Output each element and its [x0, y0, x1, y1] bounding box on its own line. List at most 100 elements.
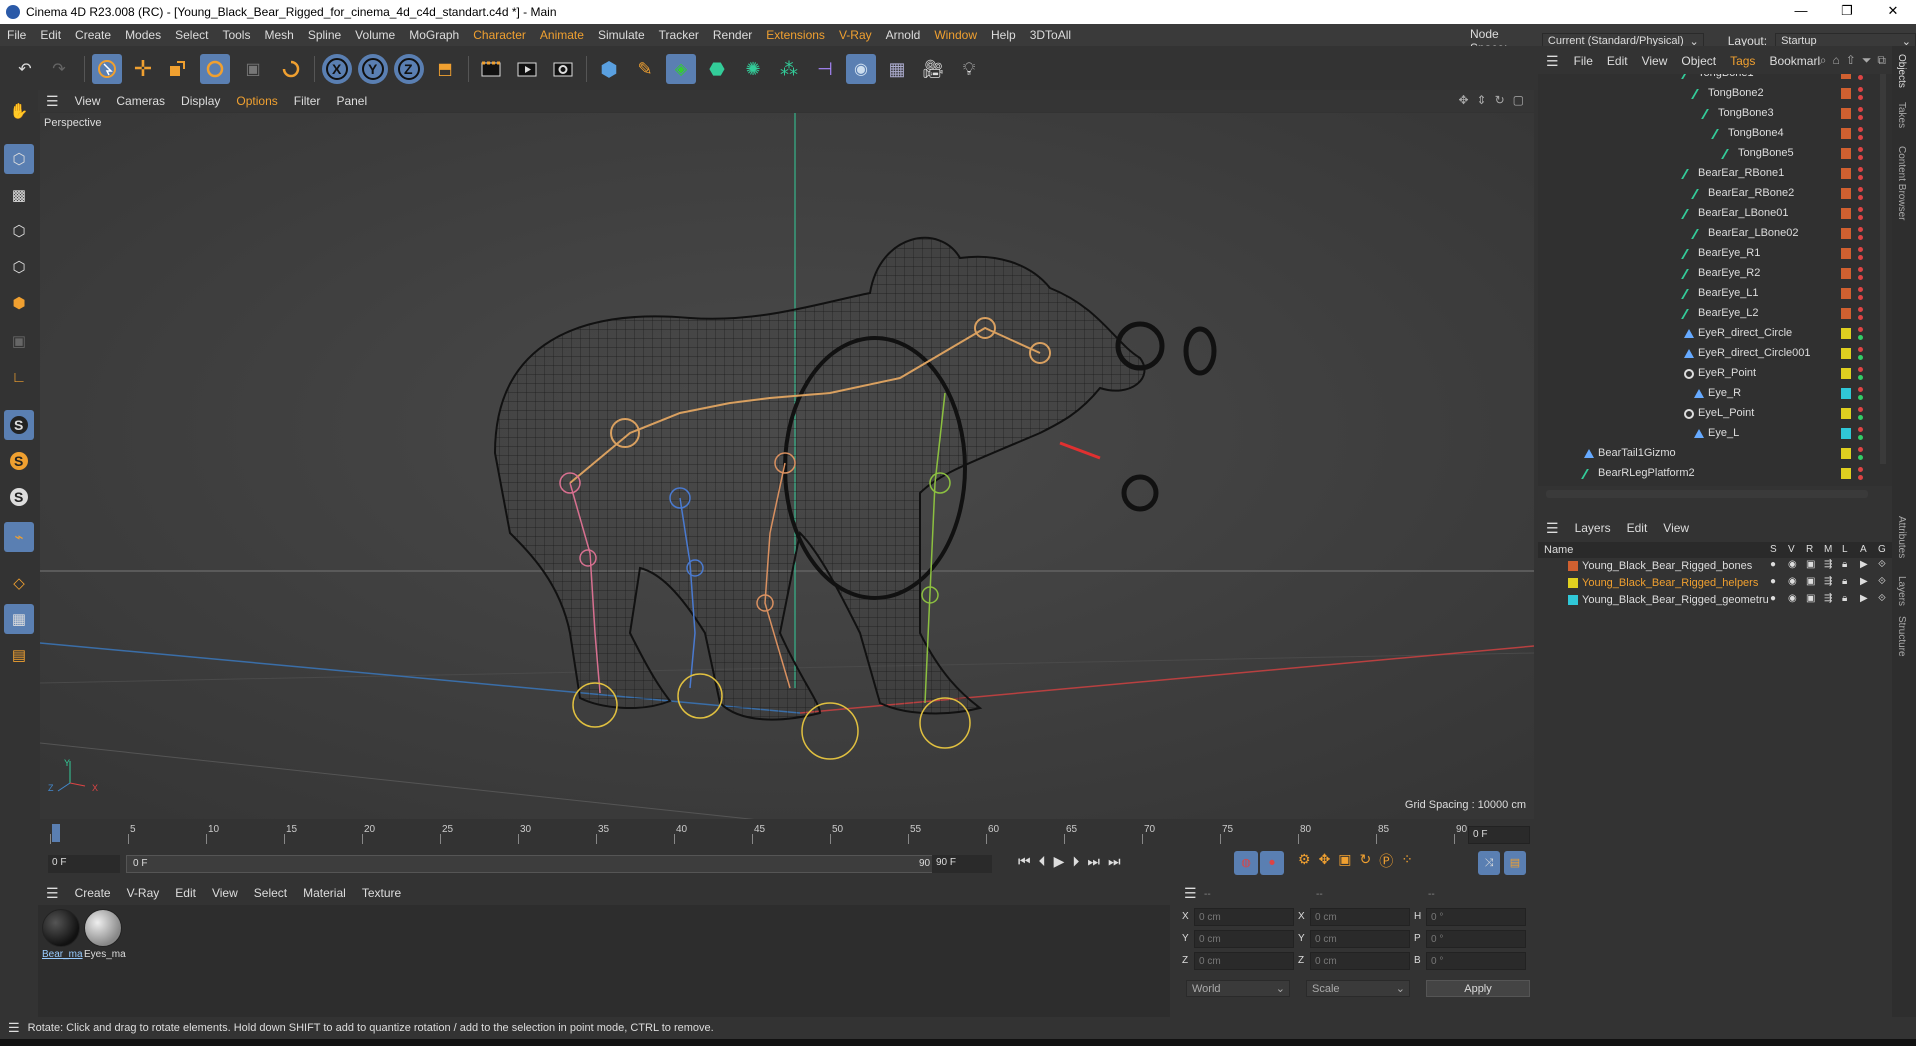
render-visibility-dot[interactable]	[1858, 235, 1863, 240]
layer-color-swatch[interactable]	[1841, 288, 1851, 299]
key-scale-icon[interactable]: ▣	[1338, 851, 1351, 871]
layer-color-swatch[interactable]	[1841, 148, 1851, 159]
render-visibility-dot[interactable]	[1858, 435, 1863, 440]
menu-help[interactable]: Help	[984, 28, 1023, 42]
menu-window[interactable]: Window	[927, 28, 984, 42]
render-visibility-dot[interactable]	[1858, 255, 1863, 260]
uv-mode-icon[interactable]: ▣	[4, 326, 34, 356]
snap-grid-icon[interactable]: S	[4, 482, 34, 512]
goto-end-icon[interactable]: ⏭	[1087, 853, 1100, 870]
coord-pos-field[interactable]	[1194, 930, 1294, 948]
layer-color-swatch[interactable]	[1841, 388, 1851, 399]
camera-icon[interactable]: 🎥︎	[918, 54, 948, 84]
editor-visibility-dot[interactable]	[1858, 127, 1863, 132]
editor-visibility-dot[interactable]	[1858, 87, 1863, 92]
menu-edit[interactable]: Edit	[33, 28, 68, 42]
hamburger-icon[interactable]: ☰	[38, 885, 67, 902]
hamburger-icon[interactable]: ☰	[38, 93, 67, 110]
snap-settings-icon[interactable]: S	[4, 446, 34, 476]
zoom-view-icon[interactable]: ⇕	[1477, 93, 1487, 107]
filter-icon[interactable]: ⏷	[1862, 53, 1872, 68]
subdivision-icon[interactable]: ◈	[666, 54, 696, 84]
grid-workplane-icon[interactable]: ▦	[4, 604, 34, 634]
side-tab-takes[interactable]: Takes	[1896, 102, 1907, 128]
object-menu-bookmarl[interactable]: Bookmarl	[1762, 54, 1827, 68]
menu-extensions[interactable]: Extensions	[759, 28, 832, 42]
layer-color-swatch[interactable]	[1841, 428, 1851, 439]
editor-visibility-dot[interactable]	[1858, 327, 1863, 332]
timeline-window-icon[interactable]: ▤	[1504, 851, 1526, 875]
object-row[interactable]: BearEar_RBone1	[1538, 164, 1892, 184]
render-visibility-dot[interactable]	[1858, 335, 1863, 340]
editor-visibility-dot[interactable]	[1858, 287, 1863, 292]
render-visibility-dot[interactable]	[1858, 195, 1863, 200]
layer-color-swatch[interactable]	[1841, 228, 1851, 239]
menu-spline[interactable]: Spline	[301, 28, 348, 42]
apply-button[interactable]: Apply	[1426, 980, 1530, 997]
viewport-menu-view[interactable]: View	[67, 94, 109, 108]
editor-visibility-dot[interactable]	[1858, 467, 1863, 472]
object-row[interactable]: Eye_L	[1538, 424, 1892, 444]
snap-icon[interactable]: S	[4, 410, 34, 440]
floor-icon[interactable]: ▦	[882, 54, 912, 84]
editor-visibility-dot[interactable]	[1858, 347, 1863, 352]
object-row[interactable]: EyeR_Point	[1538, 364, 1892, 384]
scale-icon[interactable]	[162, 54, 192, 84]
layer-color-swatch[interactable]	[1841, 188, 1851, 199]
axis-mode-icon[interactable]: ∟	[4, 362, 34, 392]
field-icon[interactable]: ◉	[846, 54, 876, 84]
editor-visibility-dot[interactable]	[1858, 227, 1863, 232]
cube-icon[interactable]: ⬢	[594, 54, 624, 84]
viewport-menu-filter[interactable]: Filter	[286, 94, 329, 108]
editor-visibility-dot[interactable]	[1858, 247, 1863, 252]
object-row[interactable]: TongBone5	[1538, 144, 1892, 164]
editor-visibility-dot[interactable]	[1858, 447, 1863, 452]
object-row[interactable]: EyeR_direct_Circle001	[1538, 344, 1892, 364]
new-window-icon[interactable]: ⧉	[1877, 53, 1886, 68]
render-visibility-dot[interactable]	[1858, 375, 1863, 380]
schematic-icon[interactable]: ⤨	[1478, 851, 1500, 875]
animation-icon[interactable]: ▶	[1860, 593, 1868, 604]
object-menu-object[interactable]: Object	[1674, 54, 1723, 68]
lock-icon[interactable]: 🔒︎	[1842, 576, 1847, 587]
rotate-icon[interactable]	[200, 54, 230, 84]
manager-icon[interactable]: ⇶	[1824, 593, 1832, 604]
render-icon[interactable]: ▣	[1806, 593, 1815, 604]
render-visibility-dot[interactable]	[1858, 155, 1863, 160]
menu-render[interactable]: Render	[706, 28, 759, 42]
coord-size-field[interactable]	[1310, 952, 1410, 970]
locked-workplane-icon[interactable]: ▤	[4, 640, 34, 670]
magnet-icon[interactable]: ⌁	[4, 522, 34, 552]
object-row[interactable]: BearEar_RBone2	[1538, 184, 1892, 204]
playhead[interactable]	[52, 824, 60, 842]
viewport-menu-options[interactable]: Options	[228, 94, 285, 108]
render-visibility-dot[interactable]	[1858, 115, 1863, 120]
layer-color-swatch[interactable]	[1841, 408, 1851, 419]
undo-icon[interactable]: ↶	[10, 54, 40, 84]
render-visibility-dot[interactable]	[1858, 275, 1863, 280]
layer-color-swatch[interactable]	[1841, 108, 1851, 119]
rotate-view-icon[interactable]: ↻	[1495, 93, 1505, 107]
texture-mode-icon[interactable]: ▩	[4, 180, 34, 210]
render-visibility-dot[interactable]	[1858, 295, 1863, 300]
deformer-icon[interactable]: ⊣	[810, 54, 840, 84]
render-visibility-dot[interactable]	[1858, 395, 1863, 400]
menu-simulate[interactable]: Simulate	[591, 28, 652, 42]
render-settings-icon[interactable]	[548, 54, 578, 84]
key-position-icon[interactable]: ✥	[1319, 851, 1331, 871]
object-row[interactable]: Eye_R	[1538, 384, 1892, 404]
render-visibility-dot[interactable]	[1858, 315, 1863, 320]
side-tab-structure[interactable]: Structure	[1896, 616, 1907, 657]
close-button[interactable]: ✕	[1870, 0, 1916, 24]
render-visibility-dot[interactable]	[1858, 215, 1863, 220]
menu-tracker[interactable]: Tracker	[652, 28, 706, 42]
layer-color-swatch[interactable]	[1841, 128, 1851, 139]
editor-visibility-dot[interactable]	[1858, 107, 1863, 112]
hamburger-icon[interactable]: ☰	[1538, 53, 1567, 70]
layer-color-swatch[interactable]	[1841, 328, 1851, 339]
restore-button[interactable]: ❐	[1824, 0, 1870, 24]
range-slider[interactable]: 0 F 90 F	[126, 855, 946, 873]
extrude-icon[interactable]: ⬣	[702, 54, 732, 84]
object-row[interactable]: BearEye_L1	[1538, 284, 1892, 304]
minimize-button[interactable]: —	[1778, 0, 1824, 24]
